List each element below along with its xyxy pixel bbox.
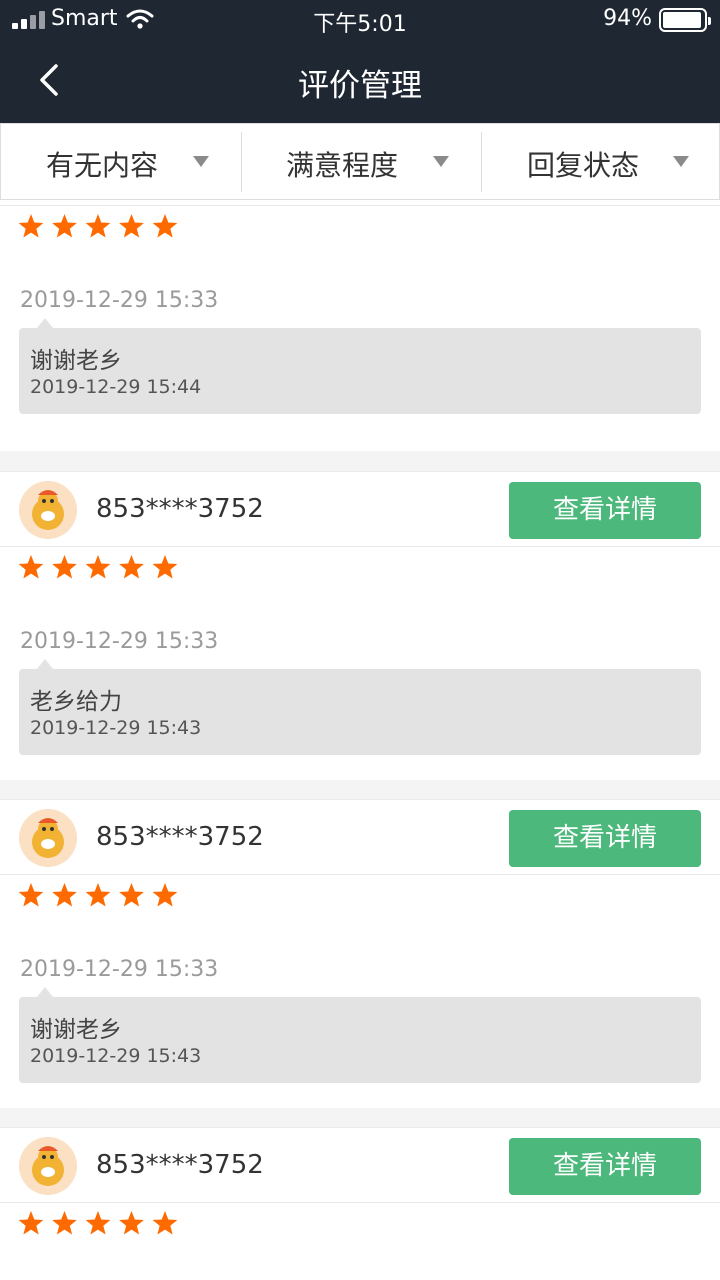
rating-stars: [18, 214, 178, 238]
star-icon: [85, 214, 111, 238]
reviewer-name: 853****3752: [96, 822, 264, 852]
star-icon: [18, 555, 44, 579]
review-time: 2019-12-29 15:33: [20, 957, 219, 982]
review-time: 2019-12-29 15:33: [20, 288, 219, 313]
filter-label: 满意程度: [286, 149, 399, 182]
reply-text: 老乡给力: [30, 689, 122, 715]
reply-time: 2019-12-29 15:43: [30, 717, 202, 739]
dropdown-arrow-icon: [673, 156, 689, 167]
star-icon: [85, 555, 111, 579]
reply-text: 谢谢老乡: [30, 1017, 122, 1043]
avatar: [19, 809, 77, 867]
star-icon: [119, 883, 144, 907]
review-card: 853****3752 查看详情 2019-12-29 15:33 老乡给力 2…: [0, 471, 720, 780]
dropdown-arrow-icon: [193, 156, 209, 167]
dropdown-arrow-icon: [433, 156, 449, 167]
rating-stars: [18, 555, 178, 579]
review-time: 2019-12-29 15:33: [20, 629, 219, 654]
star-icon: [18, 214, 44, 238]
battery-percent: 94%: [603, 6, 652, 31]
filter-label: 回复状态: [527, 149, 640, 182]
star-icon: [119, 1211, 144, 1235]
star-icon: [52, 1211, 77, 1235]
reply-time: 2019-12-29 15:44: [30, 376, 202, 398]
reviewer-name: 853****3752: [96, 494, 264, 524]
filter-reply-status-dropdown[interactable]: 回复状态: [482, 124, 720, 200]
star-icon: [18, 1211, 44, 1235]
star-icon: [52, 883, 77, 907]
filter-label: 有无内容: [46, 149, 159, 182]
rating-stars: [18, 1211, 178, 1235]
review-card: 853****3752 查看详情: [0, 1127, 720, 1280]
review-card-header: 853****3752 查看详情: [0, 1127, 720, 1203]
avatar: [19, 481, 77, 539]
status-bar: Smart 下午5:01 94%: [0, 0, 720, 40]
star-icon: [152, 214, 178, 238]
reply-bubble: 老乡给力 2019-12-29 15:43: [19, 659, 701, 755]
star-icon: [52, 555, 77, 579]
view-details-button[interactable]: 查看详情: [509, 1138, 701, 1195]
review-card-header: 853****3752 查看详情: [0, 471, 720, 547]
rating-stars: [18, 883, 178, 907]
nav-bar: 评价管理: [0, 40, 720, 123]
review-card-header: 853****3752 查看详情: [0, 799, 720, 875]
battery-icon: [659, 8, 711, 32]
app-header: Smart 下午5:01 94% 评价管理: [0, 0, 720, 123]
star-icon: [119, 214, 144, 238]
page-title: 评价管理: [298, 68, 422, 104]
view-details-button[interactable]: 查看详情: [509, 810, 701, 867]
star-icon: [85, 883, 111, 907]
filter-satisfaction-dropdown[interactable]: 满意程度: [242, 124, 482, 200]
star-icon: [85, 1211, 111, 1235]
reviewer-name: 853****3752: [96, 1150, 264, 1180]
view-details-button[interactable]: 查看详情: [509, 482, 701, 539]
filter-content-dropdown[interactable]: 有无内容: [1, 124, 241, 200]
filter-bar: 有无内容 满意程度 回复状态: [0, 123, 720, 200]
star-icon: [52, 214, 77, 238]
reply-bubble: 谢谢老乡 2019-12-29 15:43: [19, 987, 701, 1083]
reply-bubble: 谢谢老乡 2019-12-29 15:44: [19, 318, 701, 414]
star-icon: [152, 555, 178, 579]
reply-time: 2019-12-29 15:43: [30, 1045, 202, 1067]
star-icon: [152, 883, 178, 907]
reply-text: 谢谢老乡: [30, 348, 122, 374]
review-card: 853****3752 查看详情 2019-12-29 15:33 谢谢老乡 2…: [0, 799, 720, 1108]
star-icon: [152, 1211, 178, 1235]
star-icon: [18, 883, 44, 907]
star-icon: [119, 555, 144, 579]
avatar: [19, 1137, 77, 1195]
